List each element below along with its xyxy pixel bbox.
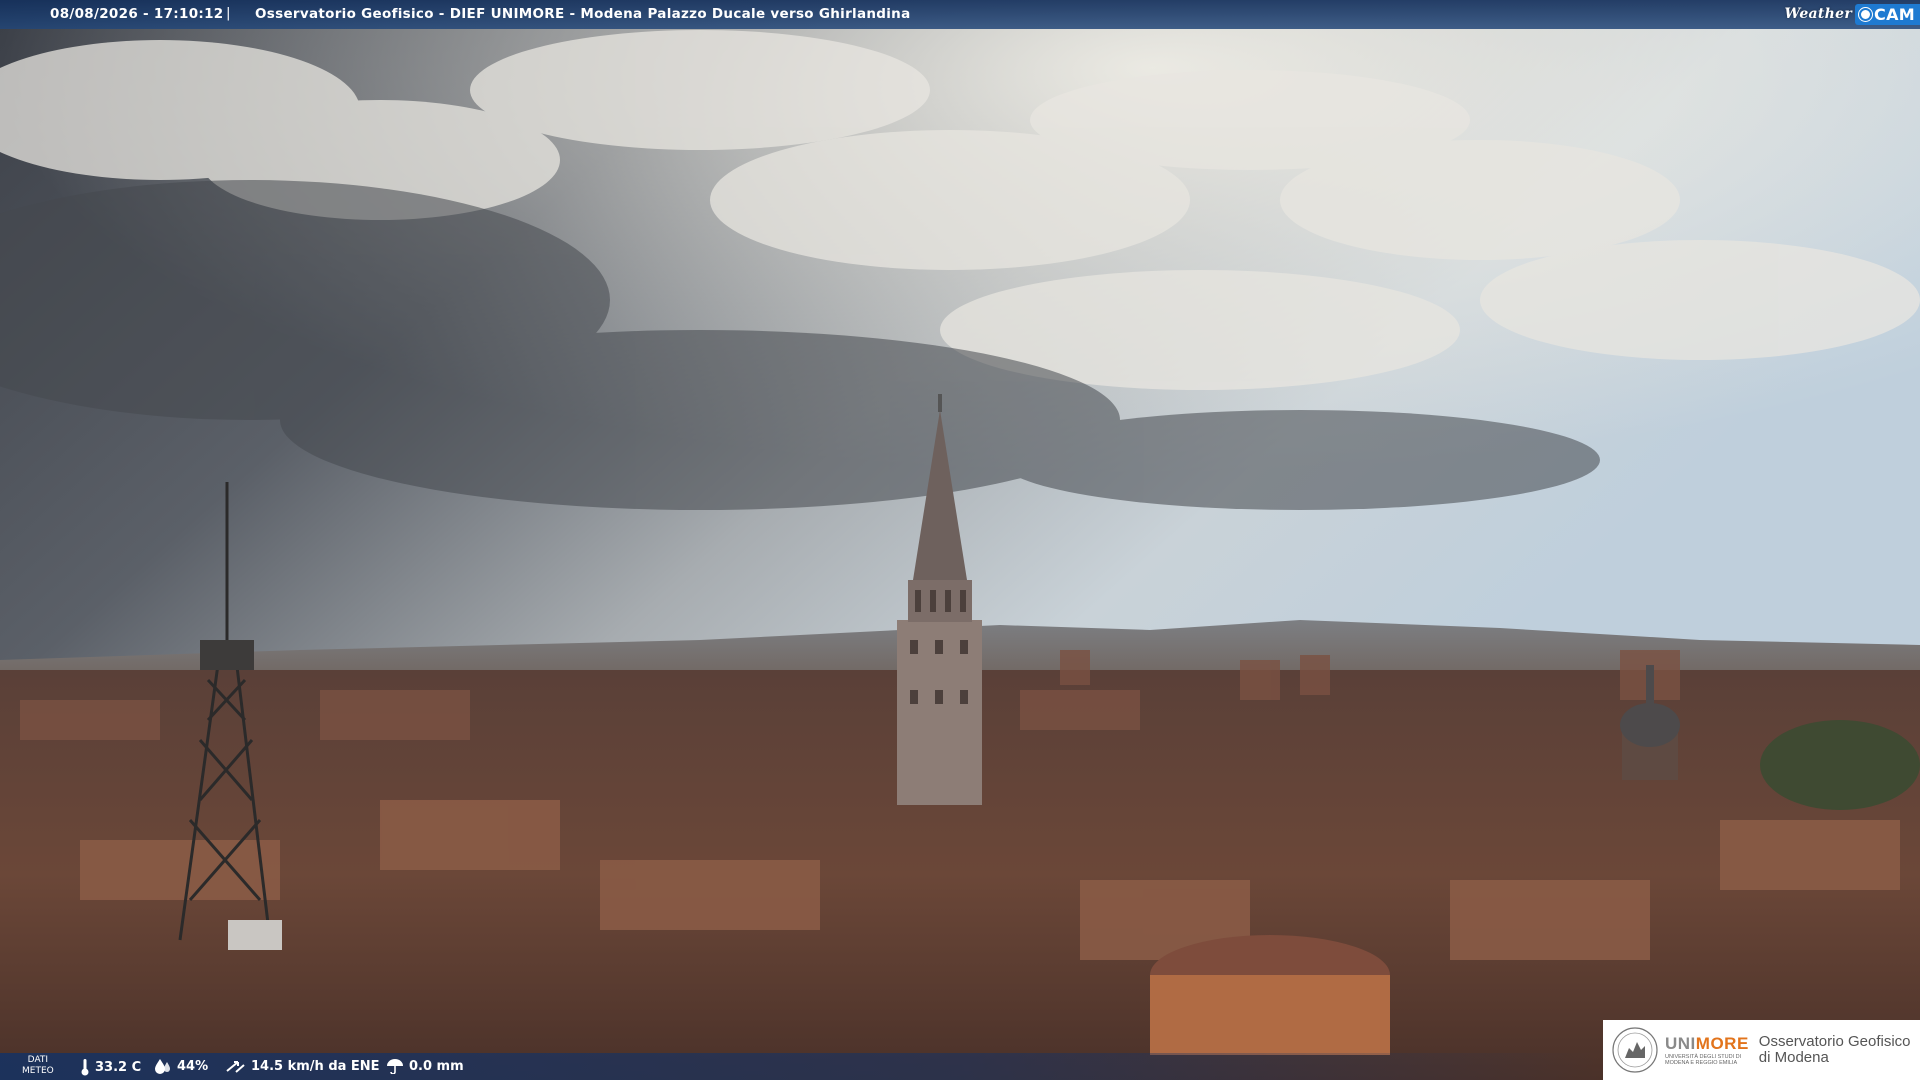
timestamp: 08/08/2026 - 17:10:12 [50, 6, 224, 22]
rain-value: 0.0 mm [409, 1058, 464, 1074]
temperature-readout: 33.2 C [80, 1058, 141, 1076]
humidity-value: 44% [177, 1058, 209, 1074]
weathercam-logo-cam: CAM [1855, 3, 1920, 25]
wind-value: 14.5 km/h da ENE [251, 1058, 380, 1074]
unimore-wordmark: UNIMORE [1665, 1034, 1749, 1053]
unimore-branding: UNIMORE UNIVERSITÀ DEGLI STUDI DI MODENA… [1603, 1020, 1920, 1080]
rain-readout: 0.0 mm [386, 1058, 464, 1074]
observatory-name: Osservatorio Geofisico di Modena [1758, 1033, 1911, 1066]
wind-direction-icon [226, 1061, 245, 1073]
weathercam-logo: Weather CAM [1784, 2, 1920, 26]
weather-data-label: DATI METEO [22, 1055, 54, 1076]
webcam-image [0, 0, 1920, 1080]
weather-bar: DATI METEO 33.2 C 44% 14.5 km/h da ENE 0… [0, 1053, 1600, 1080]
humidity-drops-icon [155, 1059, 170, 1074]
university-seal-icon [1612, 1027, 1658, 1073]
umbrella-icon [387, 1059, 403, 1074]
humidity-readout: 44% [154, 1058, 208, 1074]
thermometer-icon [81, 1059, 89, 1076]
wind-readout: 14.5 km/h da ENE [226, 1058, 380, 1074]
header-separator: | [226, 5, 231, 21]
header-bar: 08/08/2026 - 17:10:12 | Osservatorio Geo… [0, 0, 1920, 29]
camera-lens-icon [1859, 7, 1873, 21]
unimore-name: UNIMORE UNIVERSITÀ DEGLI STUDI DI MODENA… [1665, 1034, 1749, 1066]
weathercam-logo-weather: Weather [1784, 6, 1853, 22]
temperature-value: 33.2 C [95, 1059, 142, 1075]
location-title: Osservatorio Geofisico - DIEF UNIMORE - … [255, 6, 911, 22]
unimore-subtitle-line2: MODENA E REGGIO EMILIA [1665, 1060, 1738, 1066]
